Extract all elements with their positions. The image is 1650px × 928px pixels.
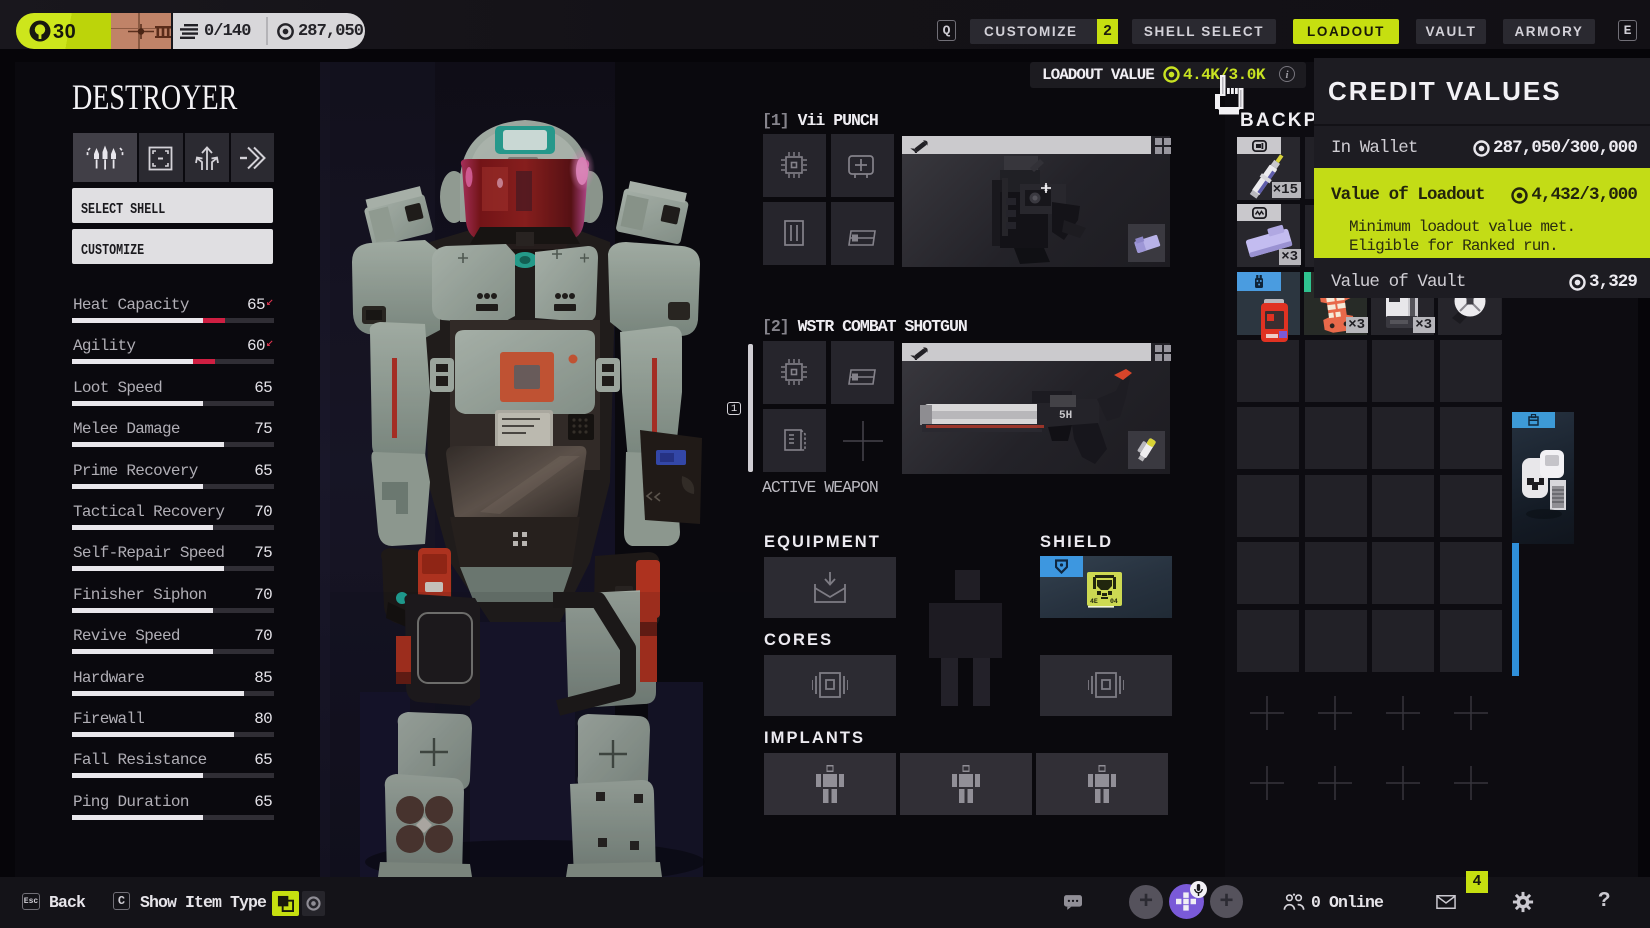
svg-text:5H: 5H: [1059, 410, 1072, 422]
svg-text:04: 04: [1110, 598, 1118, 605]
svg-text:4E: 4E: [1090, 598, 1098, 605]
